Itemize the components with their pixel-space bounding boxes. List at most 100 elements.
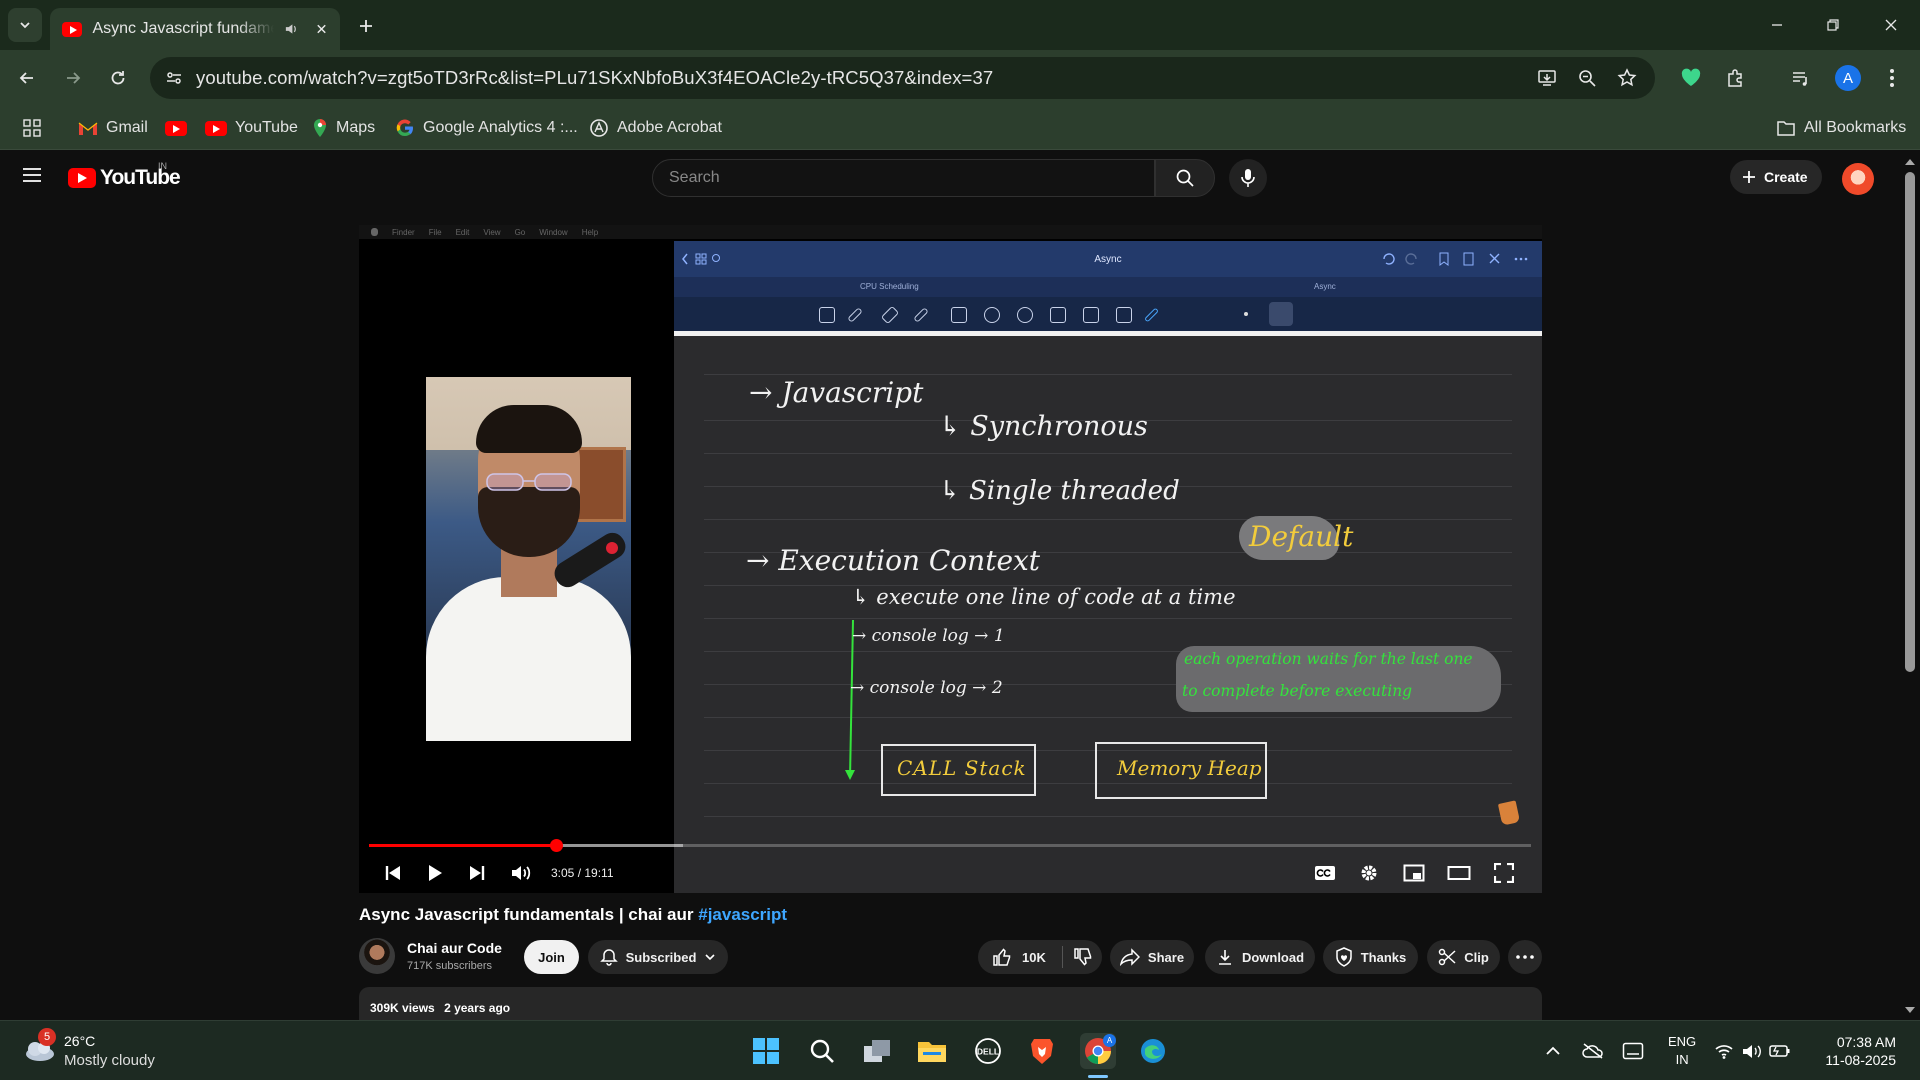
start-button[interactable] xyxy=(748,1033,784,1069)
browser-tab-active[interactable]: Async Javascript fundamentals | chai aur… xyxy=(50,8,340,50)
bookmark-youtube[interactable]: YouTube xyxy=(205,116,298,140)
thumbs-down-icon[interactable] xyxy=(1073,947,1093,967)
scroll-down-arrow-icon[interactable] xyxy=(1900,1004,1920,1016)
progress-scrubber[interactable] xyxy=(550,839,564,852)
scrollbar-thumb[interactable] xyxy=(1905,172,1915,672)
share-icon xyxy=(1119,948,1140,966)
create-button[interactable]: Create xyxy=(1730,160,1822,194)
more-actions-button[interactable] xyxy=(1508,940,1542,974)
close-window-button[interactable] xyxy=(1876,10,1906,40)
onedrive-button[interactable] xyxy=(1575,1033,1611,1069)
join-button[interactable]: Join xyxy=(524,940,579,974)
quick-settings-button[interactable] xyxy=(1710,1033,1796,1069)
weather-description[interactable]: Mostly cloudy xyxy=(64,1052,155,1069)
zoom-icon[interactable] xyxy=(1575,66,1599,90)
youtube-header: YouTube IN Create xyxy=(0,150,1900,206)
page-scrollbar[interactable] xyxy=(1900,152,1920,1020)
settings-button[interactable] xyxy=(1353,857,1385,889)
search-box[interactable] xyxy=(652,159,1155,197)
taskbar-search-button[interactable] xyxy=(804,1033,840,1069)
dell-app-button[interactable]: DELL xyxy=(970,1033,1006,1069)
youtube-favicon-icon xyxy=(62,21,83,37)
mute-button[interactable] xyxy=(505,857,537,889)
bookmark-maps[interactable]: Maps xyxy=(312,116,375,140)
site-info-icon[interactable] xyxy=(162,66,186,90)
video-hashtag-link[interactable]: #javascript xyxy=(698,905,787,924)
scroll-up-arrow-icon[interactable] xyxy=(1900,156,1920,168)
media-controls-icon[interactable] xyxy=(1786,63,1816,93)
like-count[interactable]: 10K xyxy=(1022,950,1046,965)
channel-name[interactable]: Chai aur Code xyxy=(407,940,502,956)
subscribed-button[interactable]: Subscribed xyxy=(588,940,728,974)
task-view-button[interactable] xyxy=(859,1033,895,1069)
show-hidden-icons-button[interactable] xyxy=(1535,1033,1571,1069)
file-explorer-button[interactable] xyxy=(914,1033,950,1069)
bookmark-youtube-icon-only[interactable] xyxy=(165,116,187,140)
touch-keyboard-button[interactable] xyxy=(1615,1033,1651,1069)
install-app-icon[interactable] xyxy=(1535,66,1559,90)
thumbs-up-icon[interactable] xyxy=(992,947,1012,967)
ruled-line xyxy=(704,816,1512,817)
thanks-button[interactable]: Thanks xyxy=(1323,940,1418,974)
input-language-indicator[interactable]: ENG IN xyxy=(1668,1033,1696,1069)
taskbar-clock[interactable]: 07:38 AM 11-08-2025 xyxy=(1810,1033,1896,1069)
speaker-icon[interactable] xyxy=(284,21,299,37)
note-memory-heap: Memory Heap xyxy=(1117,756,1262,780)
reload-button[interactable] xyxy=(103,63,133,93)
search-button[interactable] xyxy=(1155,159,1215,197)
clip-button[interactable]: Clip xyxy=(1427,940,1500,974)
address-bar[interactable]: youtube.com/watch?v=zgt5oTD3rRc&list=PLu… xyxy=(150,57,1655,99)
search-input[interactable] xyxy=(653,160,1154,196)
back-button[interactable] xyxy=(12,63,42,93)
tab-search-button[interactable] xyxy=(8,8,42,42)
previous-button[interactable] xyxy=(377,857,409,889)
profile-button[interactable]: A xyxy=(1833,63,1863,93)
minimize-button[interactable] xyxy=(1762,10,1792,40)
captions-button[interactable] xyxy=(1309,857,1341,889)
chrome-menu-icon[interactable] xyxy=(1877,63,1907,93)
progress-bar[interactable] xyxy=(369,839,1531,852)
new-tab-button[interactable] xyxy=(352,12,380,40)
download-button[interactable]: Download xyxy=(1205,940,1315,974)
theater-mode-button[interactable] xyxy=(1443,857,1475,889)
bookmark-star-icon[interactable] xyxy=(1615,66,1639,90)
mac-menu-item: Window xyxy=(539,227,568,237)
chrome-taskbar-button[interactable]: A xyxy=(1080,1033,1116,1069)
bookmark-google-analytics[interactable]: Google Analytics 4 :... xyxy=(395,116,578,140)
menu-icon xyxy=(23,168,41,182)
voice-search-button[interactable] xyxy=(1229,159,1267,197)
download-icon xyxy=(1218,950,1231,965)
notes-left-icons xyxy=(682,253,720,265)
microphone-light xyxy=(606,542,618,554)
progress-played xyxy=(369,844,557,847)
extensions-icon[interactable] xyxy=(1720,63,1750,93)
bookmark-adobe-acrobat[interactable]: Adobe Acrobat xyxy=(589,116,722,140)
close-tab-icon[interactable] xyxy=(315,22,328,36)
heart-extension-icon[interactable] xyxy=(1676,63,1706,93)
ruled-line xyxy=(704,618,1512,619)
note-console-log-2: → console log → 2 xyxy=(850,678,1003,698)
channel-avatar[interactable] xyxy=(359,938,395,974)
share-button[interactable]: Share xyxy=(1110,940,1194,974)
bookmark-gmail[interactable]: Gmail xyxy=(78,116,148,140)
search-icon xyxy=(1176,169,1194,187)
hamburger-menu-button[interactable] xyxy=(22,166,46,190)
restore-button[interactable] xyxy=(1818,10,1848,40)
play-button[interactable] xyxy=(419,857,451,889)
fullscreen-button[interactable] xyxy=(1488,857,1520,889)
url-text[interactable]: youtube.com/watch?v=zgt5oTD3rRc&list=PLu… xyxy=(196,67,993,89)
video-player[interactable]: Finder File Edit View Go Window Help Asy… xyxy=(359,225,1542,893)
bookmark-label: Gmail xyxy=(106,119,148,136)
miniplayer-button[interactable] xyxy=(1398,857,1430,889)
apps-button[interactable] xyxy=(22,116,42,140)
all-bookmarks-button[interactable]: All Bookmarks xyxy=(1776,116,1906,140)
edge-browser-button[interactable] xyxy=(1135,1033,1171,1069)
forward-button[interactable] xyxy=(58,63,88,93)
weather-temperature[interactable]: 26°C xyxy=(64,1033,95,1049)
brave-browser-button[interactable] xyxy=(1024,1033,1060,1069)
youtube-logo-text: YouTube xyxy=(100,166,181,189)
description-box[interactable]: 309K views 2 years ago xyxy=(359,987,1542,1020)
account-avatar[interactable] xyxy=(1842,163,1874,195)
next-button[interactable] xyxy=(461,857,493,889)
youtube-logo[interactable]: YouTube IN xyxy=(68,161,181,190)
